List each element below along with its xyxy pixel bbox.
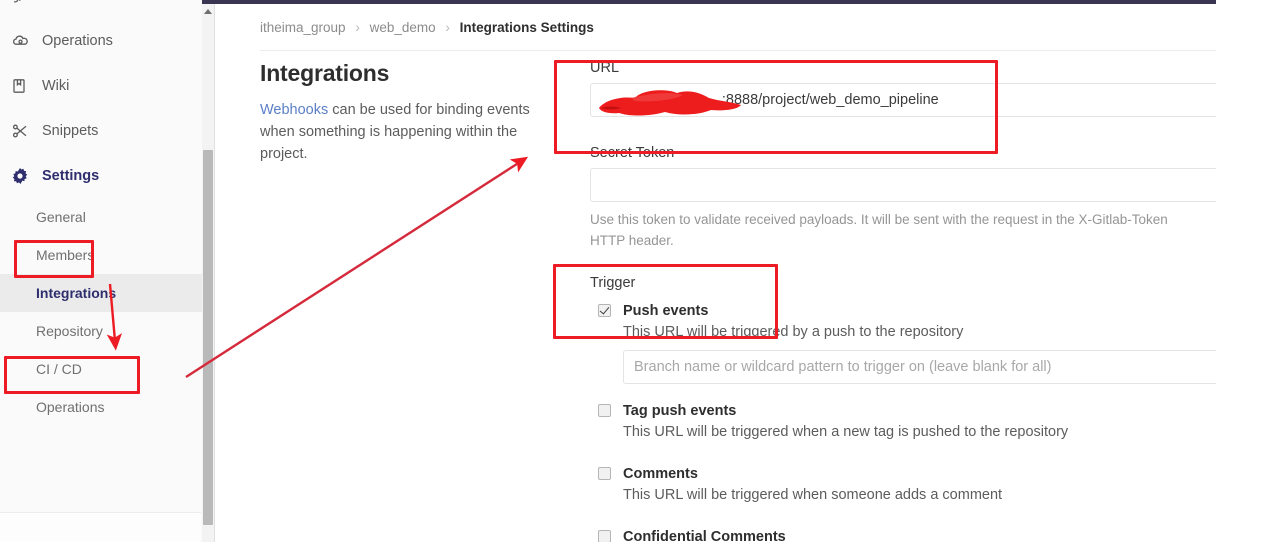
page-title: Integrations (260, 60, 390, 86)
breadcrumb-separator-icon: › (355, 20, 360, 35)
sidebar-item-snippets[interactable]: Snippets (0, 108, 202, 153)
gear-icon (12, 167, 36, 185)
secret-token-input[interactable] (590, 168, 1216, 202)
scroll-up-arrow-icon[interactable] (202, 4, 214, 18)
sidebar-item-wiki[interactable]: Wiki (0, 63, 202, 108)
comments-title: Comments (623, 466, 698, 482)
sidebar-item-label: Wiki (42, 77, 70, 94)
sidebar-scrollbar[interactable] (202, 4, 215, 542)
comments-checkbox[interactable] (598, 467, 611, 480)
sidebar-item-label: CI / CD (42, 0, 90, 4)
webhooks-link[interactable]: Webhooks (260, 102, 328, 118)
sidebar-subitem-label: General (36, 209, 86, 225)
comments-desc: This URL will be triggered when someone … (623, 487, 1003, 503)
integrations-description-column: Integrations Webhooks can be used for bi… (260, 60, 550, 165)
breadcrumb-project[interactable]: web_demo (370, 20, 436, 35)
tag-push-events-checkbox[interactable] (598, 404, 611, 417)
page-description: Webhooks can be used for binding events … (260, 99, 550, 165)
secret-token-help-text: Use this token to validate received payl… (590, 212, 1168, 248)
confidential-comments-checkbox[interactable] (598, 530, 611, 542)
settings-highlight-box (14, 240, 94, 278)
rocket-icon (12, 0, 36, 5)
secret-token-field-group: Secret Token Use this token to validate … (590, 145, 1216, 251)
breadcrumb-current: Integrations Settings (459, 20, 594, 35)
url-highlight-box (554, 60, 998, 154)
sidebar-item-label: Snippets (42, 122, 99, 139)
sidebar-subitem-label: Repository (36, 323, 103, 339)
trigger-highlight-box (553, 264, 778, 339)
trigger-comments[interactable]: Comments This URL will be triggered when… (590, 465, 1216, 506)
sidebar-item-settings[interactable]: Settings (0, 153, 202, 198)
branch-filter-placeholder: Branch name or wildcard pattern to trigg… (634, 359, 1052, 375)
sidebar-subitem-integrations[interactable]: Integrations (0, 274, 202, 312)
sidebar-subitem-label: Operations (36, 399, 105, 415)
breadcrumb-separator-icon: › (445, 20, 450, 35)
sidebar-item-ci-cd[interactable]: CI / CD (0, 0, 202, 18)
branch-filter-input[interactable]: Branch name or wildcard pattern to trigg… (623, 350, 1216, 384)
sidebar-subitem-repository[interactable]: Repository (0, 312, 202, 350)
cloud-gear-icon (12, 32, 36, 50)
sidebar-item-label: Settings (42, 167, 100, 184)
sidebar-item-label: Operations (42, 32, 113, 49)
scrollbar-thumb[interactable] (203, 150, 213, 525)
tag-push-events-desc: This URL will be triggered when a new ta… (623, 424, 1069, 440)
sidebar-item-operations[interactable]: Operations (0, 18, 202, 63)
trigger-confidential-comments[interactable]: Confidential Comments (590, 528, 1216, 542)
breadcrumb-divider (260, 50, 1216, 51)
sidebar-subitem-label: Integrations (36, 285, 117, 301)
settings-submenu: General Members Integrations Repository … (0, 198, 202, 436)
tag-push-events-title: Tag push events (623, 403, 737, 419)
sidebar-subitem-general[interactable]: General (0, 198, 202, 236)
trigger-tag-push-events[interactable]: Tag push events This URL will be trigger… (590, 402, 1216, 443)
integrations-highlight-box (4, 356, 140, 394)
sidebar-footer (0, 512, 201, 542)
scissors-icon (12, 122, 36, 140)
book-icon (12, 77, 36, 95)
breadcrumb: itheima_group › web_demo › Integrations … (260, 20, 594, 35)
breadcrumb-group[interactable]: itheima_group (260, 20, 346, 35)
confidential-comments-title: Confidential Comments (623, 529, 786, 542)
